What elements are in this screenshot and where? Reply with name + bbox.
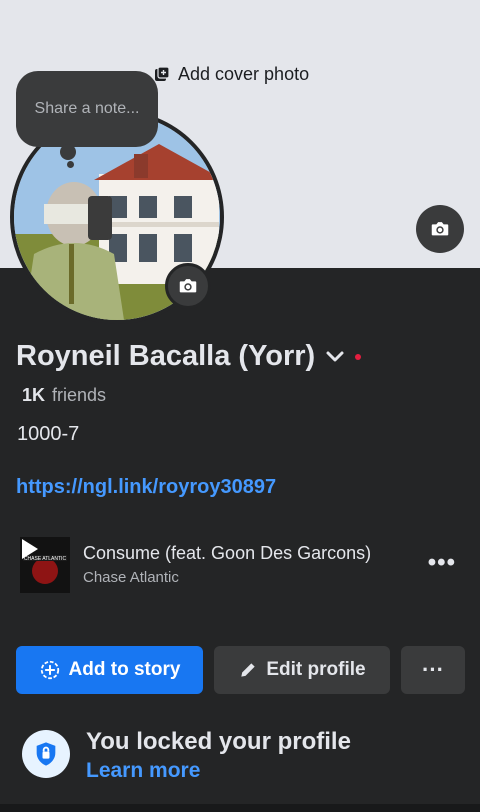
friends-count[interactable]: 1K friends <box>22 385 106 406</box>
learn-more-link[interactable]: Learn more <box>86 759 200 783</box>
note-bubble-tail <box>60 144 76 160</box>
profile-name-row: Royneil Bacalla (Yorr) <box>16 340 362 373</box>
locked-profile-notice: You locked your profile Learn more <box>22 728 462 788</box>
profile-bio: 1000-7 <box>17 423 80 445</box>
camera-icon <box>179 279 197 293</box>
share-note-placeholder: Share a note... <box>34 100 140 117</box>
music-more-icon[interactable]: ••• <box>428 551 456 575</box>
shield-lock-icon <box>22 730 70 778</box>
profile-name: Royneil Bacalla (Yorr) <box>16 340 316 372</box>
profile-music[interactable]: CHASE ATLANTIC Consume (feat. Goon Des G… <box>20 535 464 595</box>
add-cover-photo-button[interactable]: Add cover photo <box>154 62 309 86</box>
camera-icon <box>431 222 449 236</box>
pencil-icon <box>241 663 256 677</box>
add-to-story-button[interactable]: Add to story <box>16 646 203 694</box>
more-icon: ··· <box>422 657 444 682</box>
album-art-image: CHASE ATLANTIC <box>20 537 70 593</box>
section-divider <box>0 804 480 812</box>
profile-link[interactable]: https://ngl.link/royroy30897 <box>16 476 276 499</box>
song-title: Consume (feat. Goon Des Garcons) <box>83 543 372 563</box>
edit-profile-label: Edit profile <box>266 659 366 680</box>
more-options-button[interactable]: ··· <box>401 646 465 694</box>
add-to-story-label: Add to story <box>68 659 181 680</box>
chevron-down-icon[interactable] <box>325 347 345 367</box>
notification-dot <box>355 353 362 360</box>
note-bubble-tail-small <box>67 161 74 168</box>
edit-profile-button[interactable]: Edit profile <box>214 646 390 694</box>
profile-picture-camera-button[interactable] <box>165 263 211 309</box>
cover-camera-button[interactable] <box>416 205 464 253</box>
add-cover-photo-label: Add cover photo <box>178 63 310 84</box>
add-story-icon <box>40 660 59 680</box>
song-artist: Chase Atlantic <box>83 569 179 586</box>
friends-number: 1K <box>22 385 46 405</box>
share-note-bubble[interactable]: Share a note... <box>16 71 158 147</box>
album-title-text: CHASE ATLANTIC <box>24 556 67 562</box>
add-photo-icon <box>155 66 170 81</box>
album-art: CHASE ATLANTIC <box>20 537 70 593</box>
locked-profile-title: You locked your profile <box>86 728 351 755</box>
friends-label: friends <box>52 385 107 405</box>
